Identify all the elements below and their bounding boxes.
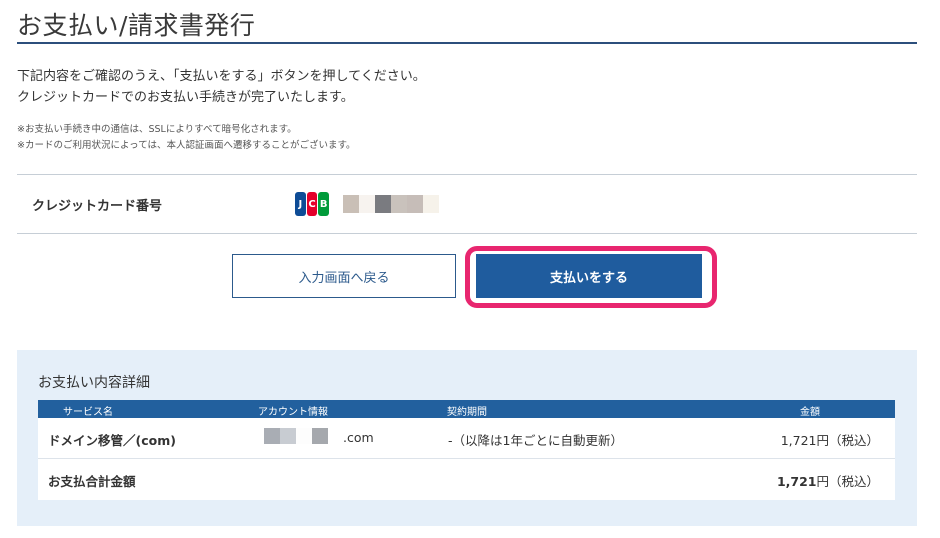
title-divider	[17, 42, 917, 44]
total-amount-number: 1,721	[776, 474, 817, 489]
details-table-header: サービス名 アカウント情報 契約期間 金額	[38, 400, 895, 418]
intro-line-2: クレジットカードでのお支払い手続きが完了いたします。	[17, 90, 354, 105]
jcb-letter-c: C	[306, 192, 318, 216]
total-row: お支払合計金額 1,721円（税込）	[38, 459, 895, 500]
page-title: お支払い/請求書発行	[17, 11, 256, 40]
credit-card-row: クレジットカード番号 J C B	[17, 174, 917, 234]
row-amount: 1,721円（税込）	[780, 433, 879, 448]
service-name: ドメイン移管／(com)	[48, 433, 176, 448]
payment-details-panel: お支払い内容詳細 サービス名 アカウント情報 契約期間 金額 ドメイン移管／(c…	[17, 350, 917, 526]
payment-details-title: お支払い内容詳細	[38, 375, 150, 391]
total-label: お支払合計金額	[48, 474, 136, 489]
col-amount: 金額	[800, 407, 820, 418]
note-ssl: ※お支払い手続き中の通信は、SSLによりすべて暗号化されます。	[17, 124, 297, 135]
col-account: アカウント情報	[258, 407, 328, 418]
masked-account-name	[264, 428, 328, 444]
total-amount: 1,721円（税込）	[777, 471, 879, 490]
jcb-logo-icon: J C B	[295, 192, 330, 216]
total-amount-unit: 円（税込）	[816, 474, 879, 489]
contract-period: -（以降は1年ごとに自動更新）	[448, 433, 623, 448]
col-service: サービス名	[63, 407, 113, 418]
table-row: ドメイン移管／(com) .com -（以降は1年ごとに自動更新） 1,721円…	[38, 418, 895, 459]
intro-line-1: 下記内容をご確認のうえ、「支払いをする」ボタンを押してください。	[17, 69, 426, 84]
masked-card-number	[343, 195, 439, 213]
account-suffix: .com	[343, 430, 374, 445]
pay-button[interactable]: 支払いをする	[476, 254, 702, 298]
col-period: 契約期間	[447, 407, 487, 418]
back-to-input-button[interactable]: 入力画面へ戻る	[232, 254, 456, 298]
note-authentication: ※カードのご利用状況によっては、本人認証画面へ遷移することがございます。	[17, 140, 356, 151]
credit-card-label: クレジットカード番号	[32, 199, 163, 214]
notes: ※お支払い手続き中の通信は、SSLによりすべて暗号化されます。 ※カードのご利用…	[17, 122, 356, 154]
jcb-letter-j: J	[295, 192, 306, 216]
jcb-letter-b: B	[318, 192, 330, 216]
intro-text: 下記内容をご確認のうえ、「支払いをする」ボタンを押してください。 クレジットカー…	[17, 66, 426, 108]
